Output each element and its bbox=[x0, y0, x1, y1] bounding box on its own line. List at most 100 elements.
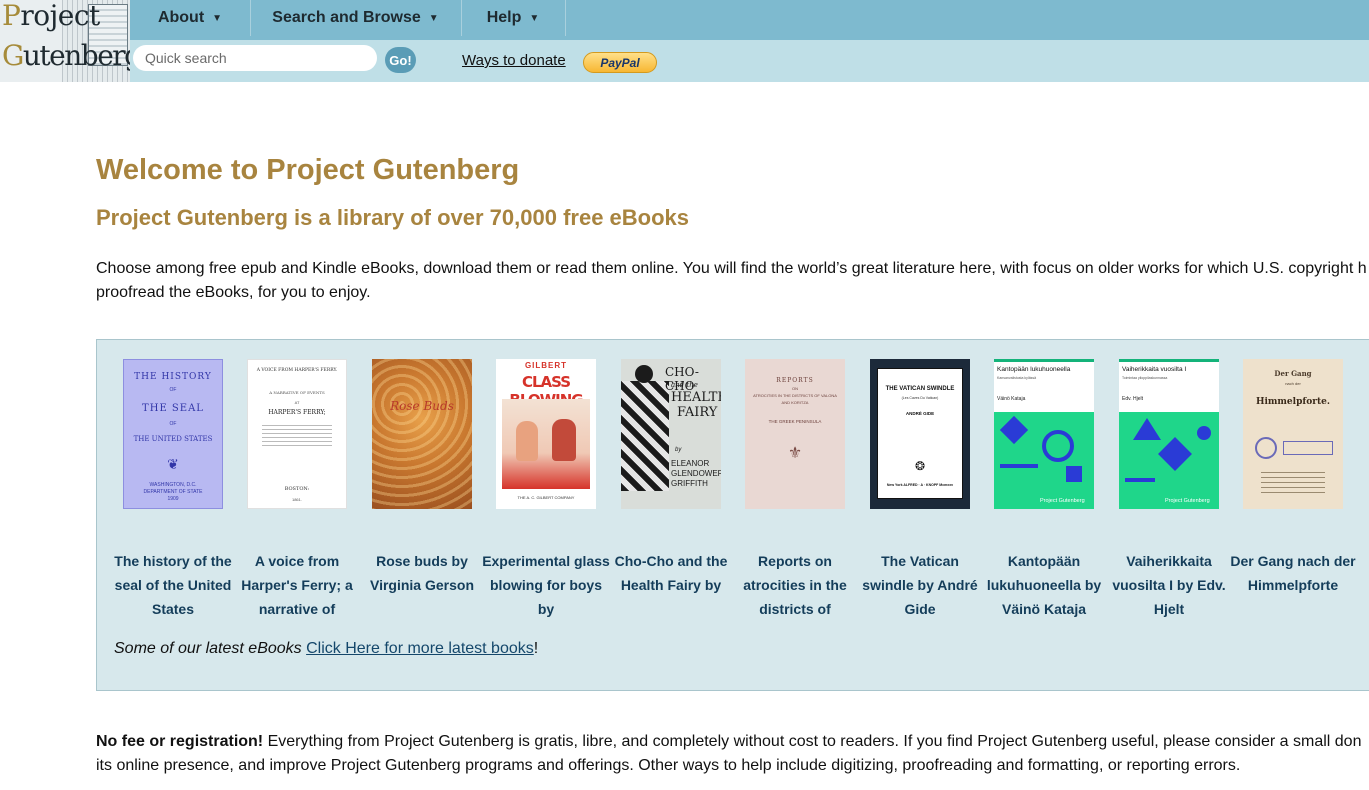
cover-text: Himmelpforte. bbox=[1255, 397, 1331, 407]
latest-ebooks-footer: Some of our latest eBooks Click Here for… bbox=[114, 640, 538, 658]
cover-text: THE SEAL bbox=[142, 403, 204, 414]
page-subtitle: Project Gutenberg is a library of over 7… bbox=[96, 205, 690, 230]
cover-text: AND KORITZA bbox=[781, 400, 809, 405]
cover-text: OF bbox=[169, 421, 177, 427]
latest-ebooks-panel: THE HISTORY OF THE SEAL OF THE UNITED ST… bbox=[96, 339, 1369, 691]
menu-help-label: Help bbox=[486, 9, 522, 26]
cover-text: DEPARTMENT OF STATE bbox=[143, 489, 203, 495]
book-item[interactable]: Vaiherikkaita vuosilta I Toimintaa yliop… bbox=[1112, 359, 1226, 617]
cover-text: GILBERT bbox=[524, 361, 568, 370]
book-cover-image[interactable]: CHO-CHO and the HEALTH FAIRY by ELEANOR … bbox=[621, 359, 721, 509]
cover-text: Kantopään lukuhuoneella bbox=[997, 366, 1071, 373]
cover-text: THE UNITED STATES bbox=[133, 435, 213, 443]
book-item[interactable]: Der Gang nach der Himmelpforte. Der Gang… bbox=[1230, 359, 1356, 593]
logo-line-2: Gutenberg bbox=[2, 39, 130, 72]
no-fee-paragraph: No fee or registration! Everything from … bbox=[96, 730, 1369, 778]
book-title-link[interactable]: The Vatican swindle by André Gide bbox=[856, 549, 984, 621]
cover-text: Der Gang bbox=[1274, 369, 1312, 378]
cover-text: Toimintaa ylioppilaskunnassa bbox=[1122, 376, 1168, 380]
cover-text: ON bbox=[792, 386, 798, 391]
book-cover-image[interactable]: REPORTS ON ATROCITIES IN THE DISTRICTS O… bbox=[745, 359, 845, 509]
menu-help[interactable]: Help ▼ bbox=[461, 0, 566, 36]
quick-search-input[interactable] bbox=[133, 45, 377, 71]
no-fee-line-1: No fee or registration! Everything from … bbox=[96, 730, 1369, 754]
cover-figure bbox=[552, 419, 576, 461]
cover-text: REPORTS bbox=[776, 377, 814, 384]
book-title-link[interactable]: Der Gang nach der Himmelpforte bbox=[1229, 549, 1357, 621]
book-title-link[interactable]: Reports on atrocities in the districts o… bbox=[731, 549, 859, 621]
cover-text: WASHINGTON, D.C. bbox=[149, 482, 197, 488]
no-fee-heading: No fee or registration! bbox=[96, 733, 264, 750]
cover-text-lines bbox=[1261, 471, 1325, 493]
book-cover-image[interactable]: THE HISTORY OF THE SEAL OF THE UNITED ST… bbox=[123, 359, 223, 509]
paypal-button[interactable]: PayPal bbox=[583, 52, 657, 73]
intro-line-2: proofread the eBooks, for you to enjoy. bbox=[96, 284, 371, 301]
book-item[interactable]: THE VATICAN SWINDLE (Les Caves Du Vatica… bbox=[862, 359, 978, 617]
ways-to-donate-link[interactable]: Ways to donate bbox=[462, 52, 566, 69]
cover-floral-pattern bbox=[372, 359, 472, 509]
search-donate-bar: Go! Ways to donate PayPal bbox=[130, 40, 1369, 82]
cover-text: FAIRY bbox=[677, 405, 718, 420]
book-title-link[interactable]: The history of the seal of the United St… bbox=[109, 549, 237, 621]
menu-about-label: About bbox=[157, 9, 205, 26]
search-go-button[interactable]: Go! bbox=[385, 47, 416, 73]
cover-stamp bbox=[1283, 441, 1333, 455]
cover-text: New York ALFRED · A · KNOPF Mcmxxv bbox=[886, 483, 954, 487]
book-item[interactable]: A VOICE FROM HARPER'S FERRY. A NARRATIVE… bbox=[241, 359, 353, 617]
cover-text: GLENDOWER bbox=[671, 469, 721, 478]
book-cover-image[interactable]: Kantopään lukuhuoneella Kansanvalistusta… bbox=[994, 359, 1094, 509]
cover-text: nach der bbox=[1285, 381, 1301, 386]
book-title-link[interactable]: Experimental glass blowing for boys by bbox=[482, 549, 610, 621]
book-item[interactable]: Rose Buds Rose buds by Virginia Gerson bbox=[370, 359, 474, 593]
cover-text: 1861. bbox=[291, 497, 302, 502]
cover-text: by bbox=[675, 447, 682, 453]
cover-text: A VOICE FROM HARPER'S FERRY. bbox=[256, 368, 338, 373]
book-title-link[interactable]: Rose buds by Virginia Gerson bbox=[358, 549, 486, 621]
book-item[interactable]: Kantopään lukuhuoneella Kansanvalistusta… bbox=[987, 359, 1101, 617]
cover-text: THE GREEK PENINSULA bbox=[768, 419, 822, 424]
project-gutenberg-logo[interactable]: Project Gutenberg bbox=[0, 0, 130, 82]
cover-text: Vaiherikkaita vuosilta I bbox=[1122, 366, 1187, 373]
book-item[interactable]: CHO-CHO and the HEALTH FAIRY by ELEANOR … bbox=[615, 359, 727, 593]
book-cover-image[interactable]: Vaiherikkaita vuosilta I Toimintaa yliop… bbox=[1119, 359, 1219, 509]
cover-text: AT bbox=[294, 400, 300, 405]
cover-text: A NARRATIVE OF EVENTS bbox=[269, 390, 325, 395]
cover-text: HARPER'S FERRY; bbox=[268, 409, 326, 416]
cover-text: THE A. C. GILBERT COMPANY bbox=[517, 495, 575, 500]
menu-about[interactable]: About ▼ bbox=[130, 0, 251, 36]
book-item[interactable]: GILBERT CLASS BLOWING THE A. C. GILBERT … bbox=[482, 359, 610, 617]
book-item[interactable]: REPORTS ON ATROCITIES IN THE DISTRICTS O… bbox=[743, 359, 847, 617]
book-cover-image[interactable]: Rose Buds bbox=[372, 359, 472, 509]
book-cover-image[interactable]: A VOICE FROM HARPER'S FERRY. A NARRATIVE… bbox=[247, 359, 347, 509]
book-cover-image[interactable]: GILBERT CLASS BLOWING THE A. C. GILBERT … bbox=[496, 359, 596, 509]
cover-text: THE VATICAN SWINDLE bbox=[885, 386, 955, 392]
cover-emblem: ❂ bbox=[914, 459, 926, 473]
no-fee-line-2: its online presence, and improve Project… bbox=[96, 757, 1241, 774]
book-item[interactable]: THE HISTORY OF THE SEAL OF THE UNITED ST… bbox=[114, 359, 232, 617]
caret-down-icon: ▼ bbox=[212, 12, 223, 24]
book-cover-image[interactable]: THE VATICAN SWINDLE (Les Caves Du Vatica… bbox=[870, 359, 970, 509]
intro-line-1: Choose among free epub and Kindle eBooks… bbox=[96, 260, 1367, 277]
cover-text: ATROCITIES IN THE DISTRICTS OF VALONA bbox=[753, 393, 837, 398]
cover-ornament: ❦ bbox=[167, 456, 179, 472]
latest-ebooks-label: Some of our latest eBooks bbox=[114, 640, 302, 657]
menu-search-and-browse[interactable]: Search and Browse ▼ bbox=[250, 0, 462, 36]
cover-text: Edv. Hjelt bbox=[1122, 396, 1144, 402]
book-title-link[interactable]: Vaiherikkaita vuosilta I by Edv. Hjelt bbox=[1105, 549, 1233, 621]
book-title-link[interactable]: Cho-Cho and the Health Fairy by bbox=[607, 549, 735, 621]
more-latest-books-link[interactable]: Click Here for more latest books bbox=[306, 640, 534, 657]
book-title-link[interactable]: A voice from Harper's Ferry; a narrative… bbox=[233, 549, 361, 621]
cover-emblem: ⚜ bbox=[787, 445, 803, 462]
menu-search-and-browse-label: Search and Browse bbox=[272, 9, 421, 26]
book-title-link[interactable]: Kantopään lukuhuoneella by Väinö Kataja bbox=[980, 549, 1108, 621]
cover-stamp bbox=[1255, 437, 1277, 459]
book-cover-image[interactable]: Der Gang nach der Himmelpforte. bbox=[1243, 359, 1343, 509]
caret-down-icon: ▼ bbox=[428, 12, 439, 24]
cover-text-lines bbox=[262, 424, 332, 446]
caret-down-icon: ▼ bbox=[529, 12, 540, 24]
intro-paragraph: Choose among free epub and Kindle eBooks… bbox=[96, 257, 1369, 305]
cover-pattern bbox=[994, 412, 1094, 509]
cover-text: 1909 bbox=[167, 496, 179, 502]
cover-text: Project Gutenberg bbox=[1165, 498, 1210, 504]
cover-figure bbox=[516, 421, 538, 461]
